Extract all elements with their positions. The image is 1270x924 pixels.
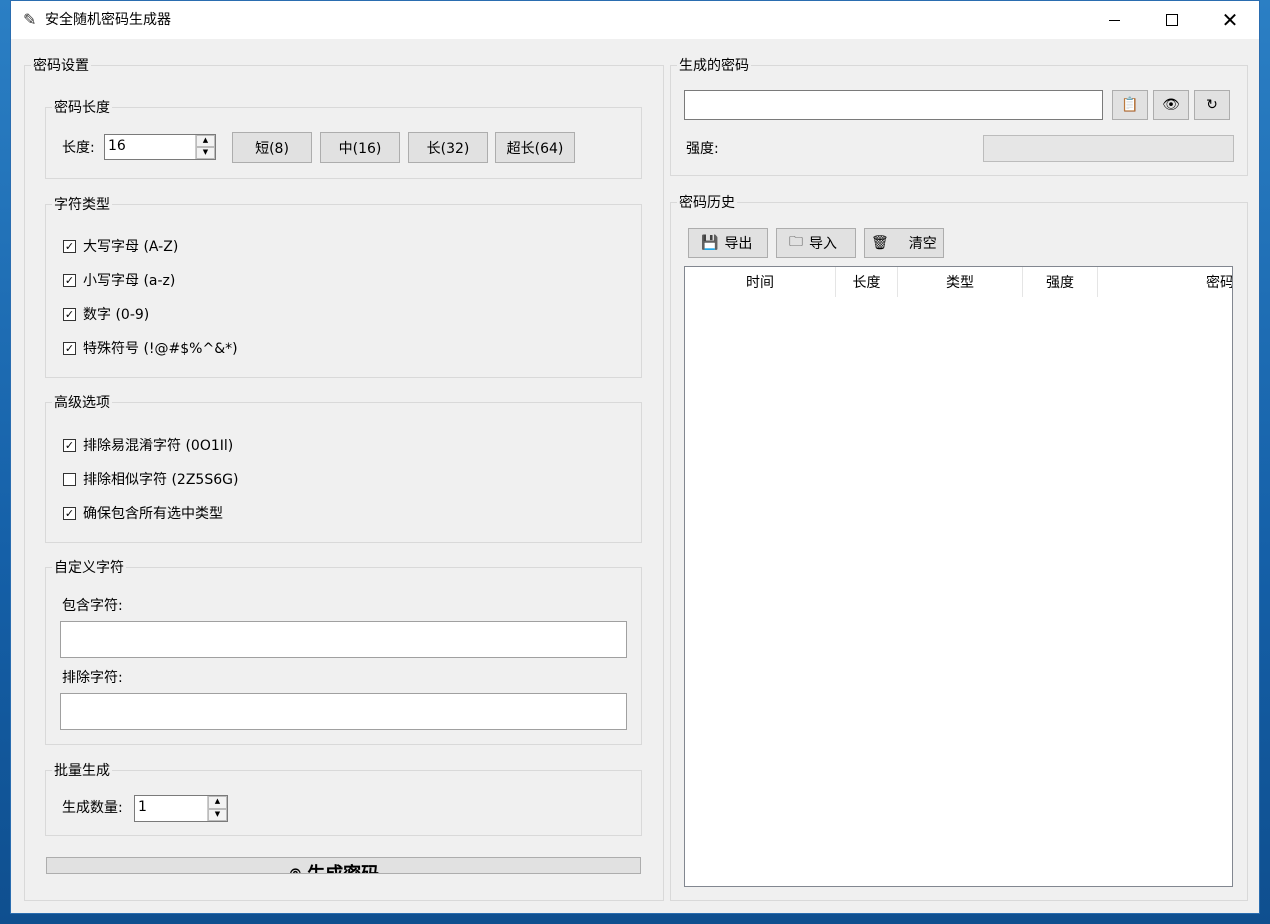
app-window: ✎ 安全随机密码生成器 ✕ 密码设置 密码长度 长度: 16 ▲ ▼ 短(8) … xyxy=(10,0,1260,914)
batch-count-spinbox[interactable]: 1 ▲ ▼ xyxy=(134,795,228,822)
checkbox-unchecked-icon xyxy=(63,472,76,486)
history-table[interactable]: 时间 长度 类型 强度 密码 xyxy=(684,266,1233,887)
uppercase-checkbox[interactable]: ✓ 大写字母 (A-Z) xyxy=(63,236,178,256)
batch-count-label: 生成数量: xyxy=(62,800,123,816)
strength-label: 强度: xyxy=(686,141,719,157)
preset-long-button[interactable]: 长(32) xyxy=(408,132,488,163)
ensure-all-types-checkbox[interactable]: ✓ 确保包含所有选中类型 xyxy=(63,503,223,523)
symbols-checkbox[interactable]: ✓ 特殊符号 (!@#$%^&*) xyxy=(63,338,238,358)
copy-button[interactable]: 📋 xyxy=(1112,90,1148,120)
history-legend: 密码历史 xyxy=(679,195,735,211)
length-label: 长度: xyxy=(62,140,95,156)
generate-button[interactable]: ⌾ 生成密码 xyxy=(46,857,641,874)
clear-button[interactable]: 🗑 清空 xyxy=(864,228,944,258)
digits-checkbox[interactable]: ✓ 数字 (0-9) xyxy=(63,304,149,324)
preset-short-button[interactable]: 短(8) xyxy=(232,132,312,163)
column-header-strength[interactable]: 强度 xyxy=(1023,267,1098,297)
export-button[interactable]: 💾 导出 xyxy=(688,228,768,258)
batch-count-value: 1 xyxy=(138,799,147,815)
length-legend: 密码长度 xyxy=(54,100,110,116)
trash-icon: 🗑 xyxy=(871,235,889,251)
custom-legend: 自定义字符 xyxy=(54,560,124,576)
settings-legend: 密码设置 xyxy=(33,58,89,74)
eye-icon: 👁 xyxy=(1162,97,1180,113)
column-header-type[interactable]: 类型 xyxy=(898,267,1023,297)
preset-medium-button[interactable]: 中(16) xyxy=(320,132,400,163)
checkbox-checked-icon: ✓ xyxy=(63,273,76,287)
include-chars-label: 包含字符: xyxy=(62,598,123,614)
generate-label: ⌾ 生成密码 xyxy=(290,860,379,873)
maximize-icon xyxy=(1166,14,1178,26)
spin-down-icon[interactable]: ▼ xyxy=(196,147,215,159)
char-types-legend: 字符类型 xyxy=(54,197,110,213)
exclude-chars-label: 排除字符: xyxy=(62,670,123,686)
minimize-icon xyxy=(1108,19,1120,21)
spin-up-icon[interactable]: ▲ xyxy=(196,135,215,147)
save-icon: 💾 xyxy=(701,235,719,251)
lowercase-checkbox[interactable]: ✓ 小写字母 (a-z) xyxy=(63,270,175,290)
length-spinbox[interactable]: 16 ▲ ▼ xyxy=(104,134,216,160)
title-bar: ✎ 安全随机密码生成器 ✕ xyxy=(11,1,1259,39)
refresh-button[interactable]: ↻ xyxy=(1194,90,1230,120)
minimize-button[interactable] xyxy=(1085,1,1143,39)
spin-up-icon[interactable]: ▲ xyxy=(208,796,227,809)
advanced-legend: 高级选项 xyxy=(54,395,110,411)
clipboard-icon: 📋 xyxy=(1121,97,1139,113)
window-title: 安全随机密码生成器 xyxy=(45,12,171,28)
refresh-icon: ↻ xyxy=(1206,97,1218,113)
output-legend: 生成的密码 xyxy=(679,58,749,74)
feather-icon: ✎ xyxy=(23,10,37,29)
length-value: 16 xyxy=(108,138,126,154)
checkbox-checked-icon: ✓ xyxy=(63,307,76,321)
column-header-password[interactable]: 密码 xyxy=(1098,267,1232,297)
checkbox-checked-icon: ✓ xyxy=(63,341,76,355)
preset-xlong-button[interactable]: 超长(64) xyxy=(495,132,575,163)
checkbox-checked-icon: ✓ xyxy=(63,438,76,452)
checkbox-checked-icon: ✓ xyxy=(63,239,76,253)
close-icon: ✕ xyxy=(1221,8,1239,32)
column-header-time[interactable]: 时间 xyxy=(685,267,836,297)
exclude-similar-checkbox[interactable]: 排除相似字符 (2Z5S6G) xyxy=(63,469,238,489)
close-button[interactable]: ✕ xyxy=(1201,1,1259,39)
import-button[interactable]: 🗀 导入 xyxy=(776,228,856,258)
folder-icon: 🗀 xyxy=(789,234,803,250)
batch-legend: 批量生成 xyxy=(54,763,110,779)
maximize-button[interactable] xyxy=(1143,1,1201,39)
exclude-ambiguous-checkbox[interactable]: ✓ 排除易混淆字符 (0O1Il) xyxy=(63,435,233,455)
column-header-length[interactable]: 长度 xyxy=(836,267,898,297)
password-output[interactable] xyxy=(684,90,1103,120)
strength-bar xyxy=(983,135,1234,162)
include-chars-input[interactable] xyxy=(60,621,627,658)
spin-down-icon[interactable]: ▼ xyxy=(208,808,227,821)
exclude-chars-input[interactable] xyxy=(60,693,627,730)
checkbox-checked-icon: ✓ xyxy=(63,506,76,520)
toggle-visibility-button[interactable]: 👁 xyxy=(1153,90,1189,120)
